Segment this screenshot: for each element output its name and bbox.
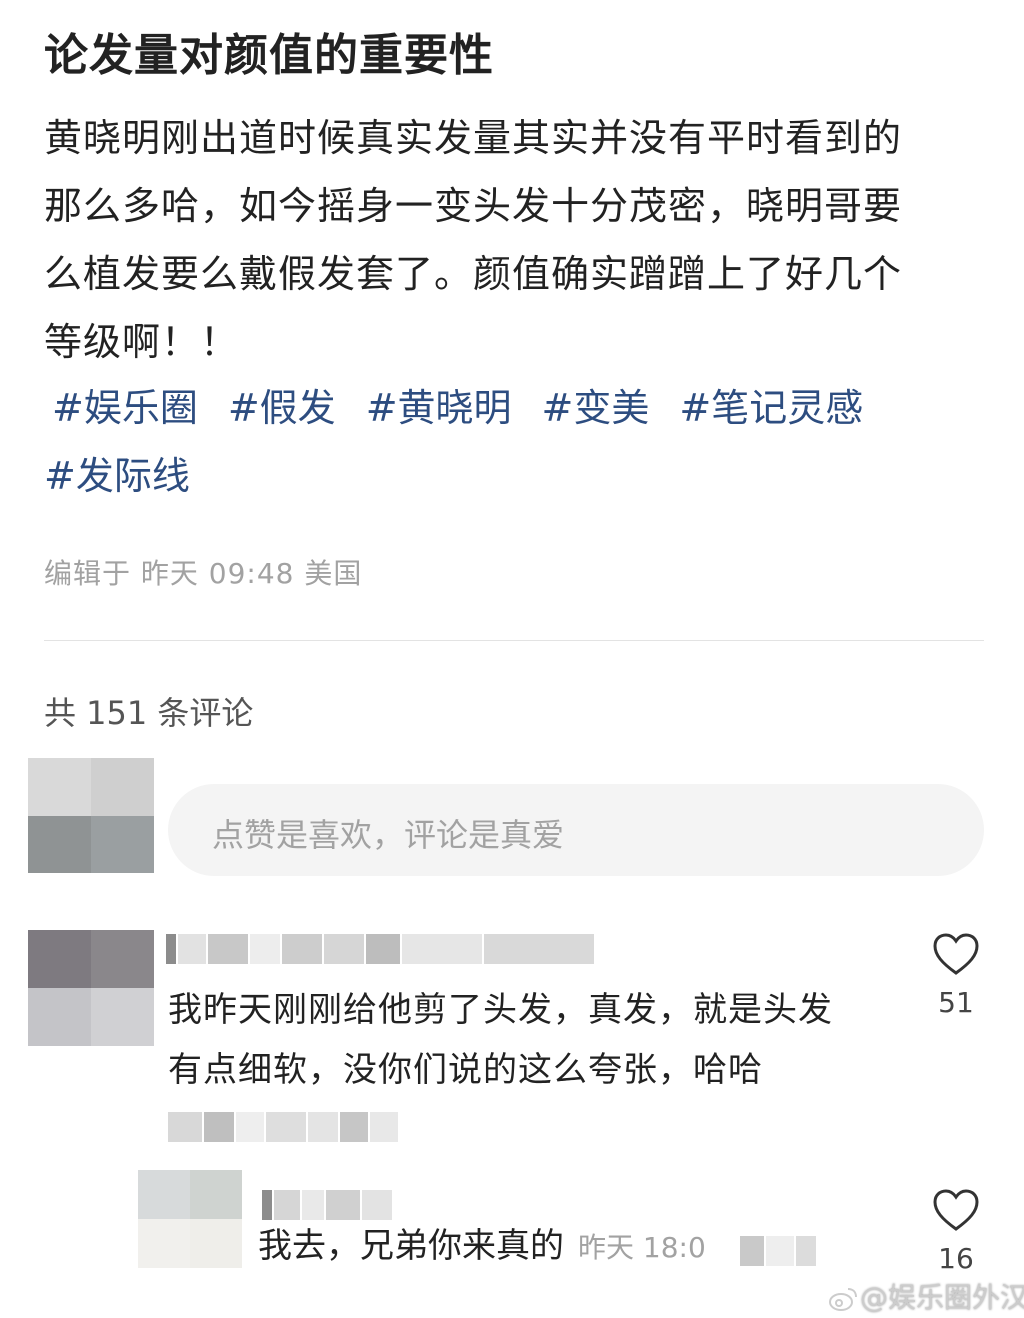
tag-list: #娱乐圈 #假发 #黄晓明 #变美 #笔记灵感 #发际线 xyxy=(44,374,994,510)
post-body-line: 么植发要么戴假发套了。颜值确实蹭蹭上了好几个 xyxy=(44,252,903,296)
reply-comment: 我去，兄弟你来真的 昨天 18:0 xyxy=(258,1218,706,1267)
heart-outline-icon xyxy=(933,933,979,975)
like-button[interactable]: 16 xyxy=(926,1188,986,1275)
reply-time: 昨天 18:0 xyxy=(578,1231,706,1264)
tag-link[interactable]: #笔记灵感 xyxy=(679,374,863,442)
watermark: @娱乐圈外汉 xyxy=(828,1276,1024,1316)
comment-input-placeholder: 点赞是喜欢，评论是真爱 xyxy=(212,816,565,854)
like-button[interactable]: 51 xyxy=(926,932,986,1019)
reply-text: 我去，兄弟你来真的 xyxy=(258,1226,564,1266)
tag-link[interactable]: #黄晓明 xyxy=(366,374,512,442)
watermark-text: @娱乐圈外汉 xyxy=(860,1281,1024,1314)
comment-text: 我昨天刚刚给他剪了头发，真发，就是头发 有点细软，没你们说的这么夸张，哈哈 xyxy=(168,980,888,1100)
avatar[interactable] xyxy=(28,758,154,873)
post-body-line: 等级啊！！ xyxy=(44,320,240,364)
avatar[interactable] xyxy=(28,930,154,1046)
post-title: 论发量对颜值的重要性 xyxy=(44,30,494,81)
heart-outline-icon xyxy=(933,1189,979,1231)
comment-text-line: 有点细软，没你们说的这么夸张，哈哈 xyxy=(168,1050,763,1090)
divider xyxy=(44,640,984,641)
reply-time-blurred xyxy=(740,1236,816,1266)
weibo-logo-icon xyxy=(829,1288,857,1311)
post-meta: 编辑于 昨天 09:48 美国 xyxy=(44,557,363,590)
comment-input[interactable]: 点赞是喜欢，评论是真爱 xyxy=(168,784,984,876)
tag-link[interactable]: #娱乐圈 xyxy=(52,374,198,442)
like-count: 16 xyxy=(938,1242,974,1275)
like-count: 51 xyxy=(938,986,974,1019)
post-body: 黄晓明刚出道时候真实发量其实并没有平时看到的 那么多哈，如今摇身一变头发十分茂密… xyxy=(44,104,994,376)
tag-link[interactable]: #假发 xyxy=(228,374,336,442)
username-blurred[interactable] xyxy=(166,934,594,964)
avatar[interactable] xyxy=(138,1170,242,1268)
comment-text-line: 我昨天刚刚给他剪了头发，真发，就是头发 xyxy=(168,990,833,1030)
tag-link[interactable]: #发际线 xyxy=(44,442,190,510)
comment-count: 共 151 条评论 xyxy=(44,694,254,732)
tag-link[interactable]: #变美 xyxy=(542,374,650,442)
post-body-line: 黄晓明刚出道时候真实发量其实并没有平时看到的 xyxy=(44,116,903,160)
post-body-line: 那么多哈，如今摇身一变头发十分茂密，晓明哥要 xyxy=(44,184,903,228)
username-blurred[interactable] xyxy=(262,1190,392,1220)
comment-time-blurred xyxy=(168,1112,398,1142)
